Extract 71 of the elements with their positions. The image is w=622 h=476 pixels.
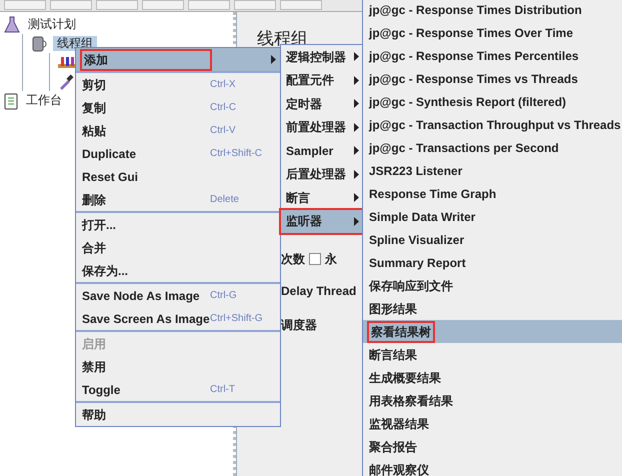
toolbar-button[interactable]: [4, 0, 46, 10]
submenu-arrow-icon: [354, 216, 359, 226]
menu-item[interactable]: 监视器结果: [363, 412, 622, 435]
menu-item[interactable]: 帮助: [76, 403, 280, 426]
menu-item[interactable]: 邮件观察仪: [363, 458, 622, 476]
menu-item[interactable]: 剪切 Ctrl-X: [76, 73, 280, 96]
flask-icon: [4, 16, 20, 34]
menu-item[interactable]: Duplicate Ctrl+Shift-C: [76, 142, 280, 165]
menu-item[interactable]: jp@gc - Synthesis Report (filtered): [363, 90, 622, 113]
tree-node[interactable]: 测试计划: [24, 17, 80, 32]
menu-item[interactable]: jp@gc - Response Times vs Threads: [363, 67, 622, 90]
menu-item[interactable]: Simple Data Writer: [363, 205, 622, 228]
submenu-arrow-icon: [354, 170, 359, 179]
menu-item[interactable]: JSR223 Listener: [363, 159, 622, 182]
menu-item[interactable]: jp@gc - Response Times Percentiles: [363, 44, 622, 67]
forever-label: 永: [325, 250, 337, 268]
menu-item[interactable]: 用表格察看结果: [363, 389, 622, 412]
toolbar-button[interactable]: [234, 0, 276, 10]
menu-item[interactable]: 察看结果树: [363, 320, 622, 343]
toolbar-button[interactable]: [96, 0, 138, 10]
menu-item[interactable]: 保存为...: [76, 259, 280, 282]
menu-item[interactable]: jp@gc - Transaction Throughput vs Threads: [363, 113, 622, 136]
menu-item[interactable]: 保存响应到文件: [363, 274, 622, 297]
toolbar-button[interactable]: [50, 0, 92, 10]
forever-checkbox[interactable]: [309, 252, 321, 264]
menu-item[interactable]: Toggle Ctrl-T: [76, 378, 280, 401]
toolbar-button[interactable]: [188, 0, 230, 10]
menu-item[interactable]: 断言结果: [363, 343, 622, 366]
menu-item[interactable]: 聚合报告: [363, 435, 622, 458]
menu-item[interactable]: Response Time Graph: [363, 182, 622, 205]
menu-item[interactable]: 删除 Delete: [76, 188, 280, 211]
menu-item[interactable]: 配置元件: [281, 68, 362, 92]
menu-item[interactable]: 打开...: [76, 213, 280, 236]
menu-item[interactable]: 前置处理器: [281, 116, 362, 139]
submenu-arrow-icon: [354, 122, 359, 132]
menu-item[interactable]: 逻辑控制器: [281, 45, 362, 68]
menu-item[interactable]: 合并: [76, 236, 280, 259]
menu-item[interactable]: 复制 Ctrl-C: [76, 96, 280, 119]
menu-item[interactable]: 粘贴 Ctrl-V: [76, 119, 280, 142]
submenu-arrow-icon: [354, 76, 359, 85]
submenu-arrow-icon: [354, 193, 359, 202]
menu-item[interactable]: Spline Visualizer: [363, 228, 622, 251]
submenu-arrow-icon: [354, 99, 359, 108]
submenu-arrow-icon: [354, 146, 359, 156]
menu-item[interactable]: jp@gc - Transactions per Second: [363, 136, 622, 159]
menu-item[interactable]: 图形结果: [363, 297, 622, 320]
menu-item[interactable]: Summary Report: [363, 251, 622, 274]
toolbar-button[interactable]: [280, 0, 322, 10]
dropper-icon: [58, 74, 74, 90]
delay-thread-label: Delay Thread: [281, 282, 356, 300]
menu-item[interactable]: Save Screen As ImageCtrl+Shift-G: [76, 307, 280, 330]
menu-item[interactable]: 定时器: [281, 92, 362, 116]
clipboard-icon: [4, 92, 18, 110]
menu-item[interactable]: jp@gc - Response Times Over Time: [363, 21, 622, 44]
menu-item[interactable]: Sampler: [281, 139, 362, 162]
menu-item[interactable]: Save Node As Image Ctrl-G: [76, 284, 280, 307]
menu-item[interactable]: 监听器: [281, 210, 362, 233]
menu-item[interactable]: 断言: [281, 186, 362, 210]
menu-item[interactable]: Reset Gui: [76, 165, 280, 188]
loop-count-label: 次数: [281, 250, 305, 268]
menu-item[interactable]: 添加: [76, 48, 280, 71]
submenu-arrow-icon: [271, 55, 276, 64]
submenu-arrow-icon: [354, 52, 359, 62]
menu-item[interactable]: 生成概要结果: [363, 366, 622, 389]
menu-item[interactable]: jp@gc - Response Times Distribution: [363, 0, 622, 21]
menu-item[interactable]: 禁用: [76, 355, 280, 378]
tree-node[interactable]: 工作台: [22, 93, 66, 108]
toolbar-button[interactable]: [142, 0, 184, 10]
menu-item[interactable]: 后置处理器: [281, 162, 362, 186]
scheduler-label: 调度器: [281, 316, 317, 334]
test-tubes-icon: [58, 56, 76, 70]
